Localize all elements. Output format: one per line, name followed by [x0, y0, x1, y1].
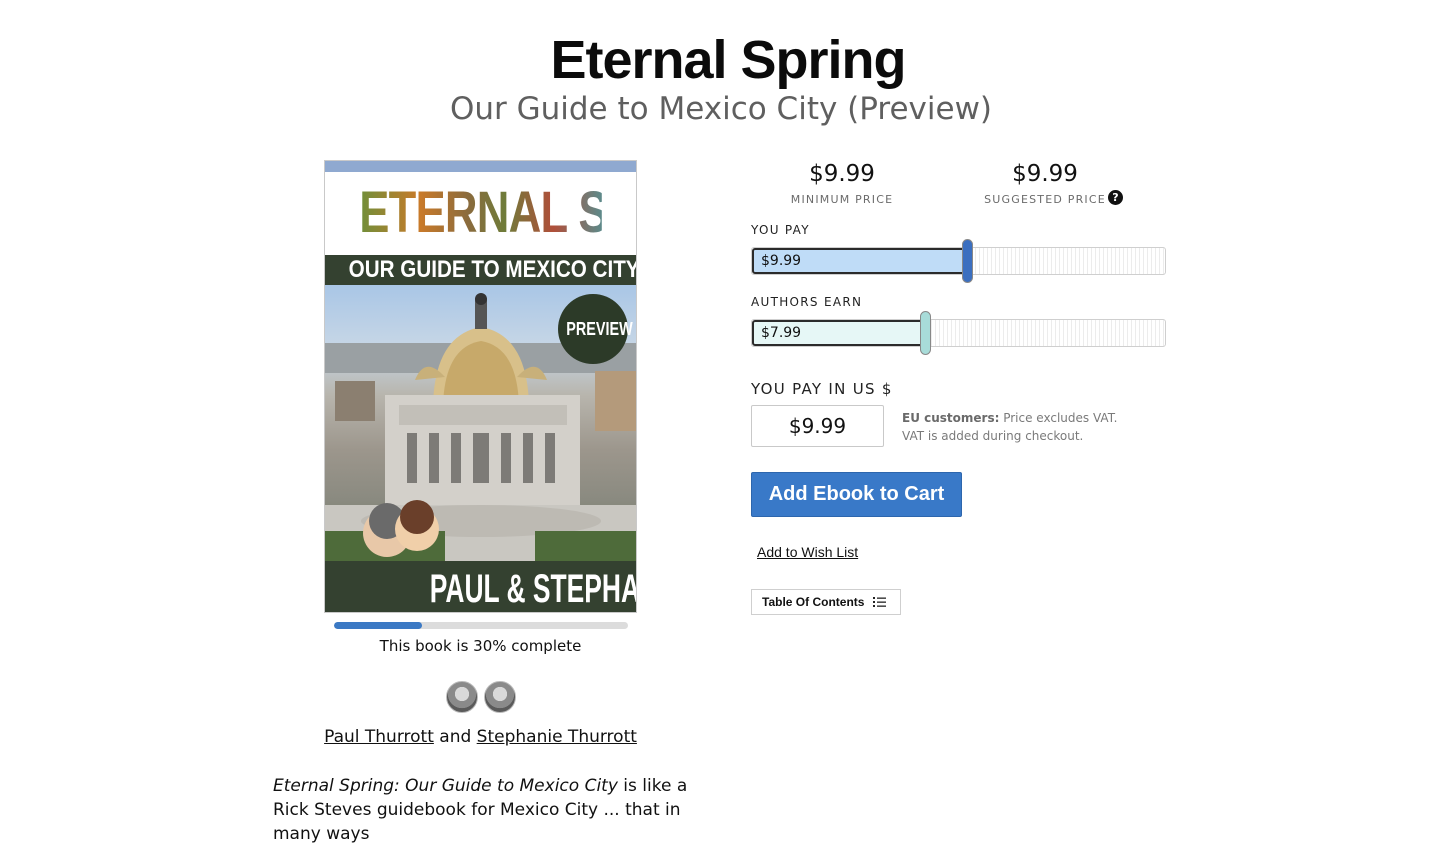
table-of-contents-label: Table Of Contents [762, 595, 865, 609]
authors-earn-label: AUTHORS EARN [751, 295, 863, 309]
usd-amount-label: YOU PAY IN US $ [751, 380, 893, 398]
add-to-wish-list-link[interactable]: Add to Wish List [757, 544, 858, 560]
list-icon [873, 597, 886, 607]
cover-title-text: ETERNAL SPRING [359, 175, 636, 251]
authors-line: Paul Thurrott and Stephanie Thurrott [280, 727, 681, 747]
you-pay-slider-handle[interactable] [962, 239, 973, 283]
author-link-paul[interactable]: Paul Thurrott [324, 727, 434, 747]
usd-amount-input[interactable] [751, 405, 884, 447]
completion-progress-bar [334, 622, 628, 629]
cover-subtitle-text: OUR GUIDE TO MEXICO CITY [348, 256, 637, 283]
completion-progress-fill [334, 622, 423, 629]
table-of-contents-button[interactable]: Table Of Contents [751, 589, 901, 615]
preview-badge: PREVIEW [558, 294, 633, 364]
book-description: Eternal Spring: Our Guide to Mexico City… [273, 774, 713, 846]
minimum-price-value: $9.99 [809, 161, 875, 187]
avatar-stephanie[interactable] [484, 681, 516, 713]
vat-note: EU customers: Price excludes VAT. VAT is… [902, 409, 1132, 445]
you-pay-label: YOU PAY [751, 223, 810, 237]
authors-earn-slider-value: $7.99 [761, 325, 802, 341]
cover-top-band [325, 161, 636, 172]
book-cover-image: ETERNAL SPRING OUR GUIDE TO MEXICO CITY [324, 160, 637, 613]
authors-earn-slider-handle[interactable] [920, 311, 931, 355]
book-title: Eternal Spring [550, 30, 906, 90]
add-ebook-to-cart-button[interactable]: Add Ebook to Cart [751, 472, 962, 517]
minimum-price-label: MINIMUM PRICE [790, 193, 894, 206]
you-pay-slider-value: $9.99 [761, 253, 802, 269]
author-link-stephanie[interactable]: Stephanie Thurrott [477, 727, 637, 747]
avatar-paul[interactable] [446, 681, 478, 713]
cover-subtitle-band: OUR GUIDE TO MEXICO CITY [325, 255, 636, 285]
suggested-price-value: $9.99 [1012, 161, 1078, 187]
preview-badge-text: PREVIEW [566, 319, 633, 339]
question-circle-icon[interactable]: ? [1108, 190, 1123, 205]
description-book-title: Eternal Spring: Our Guide to Mexico City [273, 776, 618, 796]
cover-author-band: PAUL & STEPHANIE THURROTT [325, 561, 637, 612]
cover-author-text: PAUL & STEPHANIE THURROTT [429, 567, 637, 611]
vat-note-bold: EU customers: [902, 411, 1000, 425]
completion-text: This book is 30% complete [379, 637, 582, 655]
authors-earn-slider[interactable]: $7.99 [751, 311, 1166, 355]
authors-joiner: and [439, 727, 472, 747]
you-pay-slider[interactable]: $9.99 [751, 239, 1166, 283]
book-subtitle: Our Guide to Mexico City (Preview) [449, 91, 993, 127]
